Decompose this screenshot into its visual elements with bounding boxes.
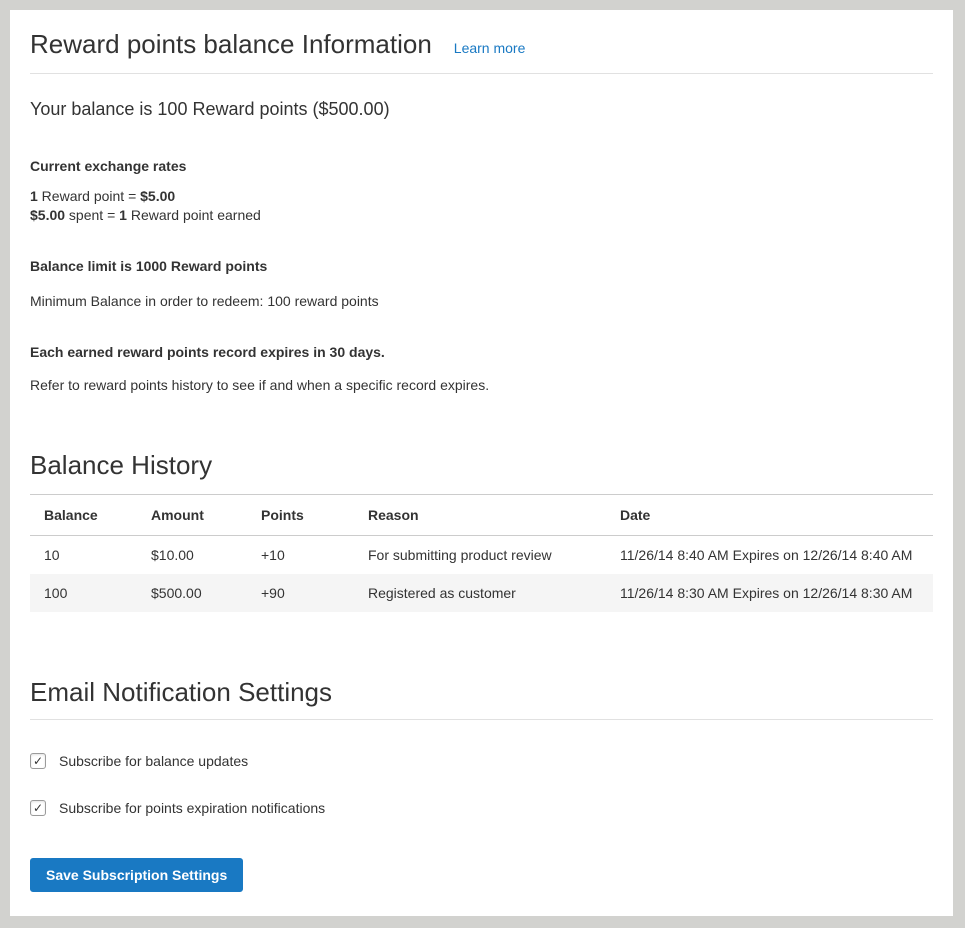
cell-reason: For submitting product review (354, 535, 606, 574)
cell-balance: 10 (30, 535, 137, 574)
column-header-balance: Balance (30, 494, 137, 535)
table-row: 10 $10.00 +10 For submitting product rev… (30, 535, 933, 574)
column-header-points: Points (247, 494, 354, 535)
table-header-row: Balance Amount Points Reason Date (30, 494, 933, 535)
table-row: 100 $500.00 +90 Registered as customer 1… (30, 574, 933, 612)
column-header-reason: Reason (354, 494, 606, 535)
cell-points: +90 (247, 574, 354, 612)
column-header-amount: Amount (137, 494, 247, 535)
exchange-rates-block: 1 Reward point = $5.00 $5.00 spent = 1 R… (30, 187, 933, 225)
balance-limit-note: Balance limit is 1000 Reward points (30, 257, 933, 276)
balance-history-heading: Balance History (30, 451, 933, 481)
exchange-rates-heading: Current exchange rates (30, 157, 933, 176)
page-header: Reward points balance Information Learn … (30, 30, 933, 74)
expiration-note: Refer to reward points history to see if… (30, 376, 933, 395)
balance-updates-label[interactable]: Subscribe for balance updates (59, 753, 248, 769)
cell-amount: $10.00 (137, 535, 247, 574)
minimum-balance-note: Minimum Balance in order to redeem: 100 … (30, 292, 933, 311)
balance-updates-checkbox[interactable]: ✓ (30, 753, 46, 769)
check-icon: ✓ (33, 802, 43, 814)
balance-summary: Your balance is 100 Reward points ($500.… (30, 100, 933, 119)
subscribe-balance-updates-row: ✓ Subscribe for balance updates (30, 753, 933, 769)
cell-amount: $500.00 (137, 574, 247, 612)
exchange-rate-line-2: $5.00 spent = 1 Reward point earned (30, 206, 933, 225)
points-expiration-label[interactable]: Subscribe for points expiration notifica… (59, 800, 325, 816)
exchange-rate-line-1: 1 Reward point = $5.00 (30, 187, 933, 206)
check-icon: ✓ (33, 755, 43, 767)
expiration-heading: Each earned reward points record expires… (30, 343, 933, 362)
cell-reason: Registered as customer (354, 574, 606, 612)
column-header-date: Date (606, 494, 933, 535)
learn-more-link[interactable]: Learn more (454, 40, 526, 56)
page-title: Reward points balance Information (30, 30, 432, 60)
points-expiration-checkbox[interactable]: ✓ (30, 800, 46, 816)
cell-points: +10 (247, 535, 354, 574)
balance-history-table: Balance Amount Points Reason Date 10 $10… (30, 494, 933, 612)
cell-balance: 100 (30, 574, 137, 612)
save-subscription-settings-button[interactable]: Save Subscription Settings (30, 858, 243, 892)
cell-date: 11/26/14 8:40 AM Expires on 12/26/14 8:4… (606, 535, 933, 574)
subscribe-expiration-row: ✓ Subscribe for points expiration notifi… (30, 800, 933, 816)
reward-points-page: Reward points balance Information Learn … (10, 10, 953, 916)
email-settings-heading: Email Notification Settings (30, 678, 933, 720)
cell-date: 11/26/14 8:30 AM Expires on 12/26/14 8:3… (606, 574, 933, 612)
